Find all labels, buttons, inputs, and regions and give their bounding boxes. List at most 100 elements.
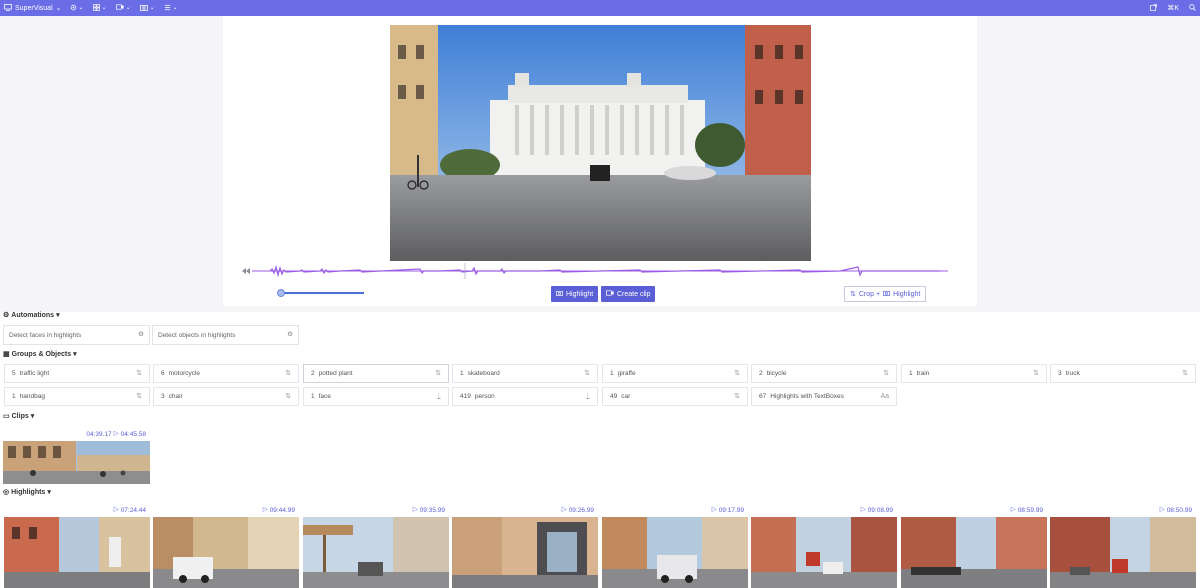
sort-icon[interactable]: ⇅ bbox=[136, 370, 142, 377]
highlight-card[interactable]: ▷ 08:50.99 bbox=[1050, 504, 1196, 588]
object-label: skateboard bbox=[467, 370, 500, 377]
external-link-icon[interactable] bbox=[1150, 3, 1158, 13]
chevron-down-icon: ⌄ bbox=[149, 5, 155, 11]
object-car[interactable]: 49 car ⇅ bbox=[602, 387, 748, 406]
object-textboxes[interactable]: 67 Highlights with TextBoxes Aa bbox=[751, 387, 897, 406]
highlight-thumbnail[interactable] bbox=[452, 517, 598, 588]
highlight-button-label: Highlight bbox=[566, 290, 594, 298]
timeline-slider-track[interactable] bbox=[280, 292, 364, 294]
object-count: 1 bbox=[909, 370, 913, 377]
object-label: motorcycle bbox=[168, 370, 201, 377]
object-count: 3 bbox=[161, 393, 165, 400]
highlight-thumbnail[interactable] bbox=[153, 517, 299, 588]
object-count: 49 bbox=[610, 393, 618, 400]
highlight-thumbnail[interactable] bbox=[303, 517, 449, 588]
play-icon: ▷ bbox=[1159, 506, 1165, 514]
clip-end-time: 04:45.58 bbox=[120, 431, 146, 438]
chevron-down-icon: ⌄ bbox=[125, 5, 131, 11]
highlight-card[interactable]: ▷ 09:08.99 bbox=[751, 504, 897, 588]
clip-thumbnail[interactable] bbox=[3, 441, 150, 484]
object-count: 1 bbox=[311, 393, 315, 400]
highlight-button[interactable]: Highlight bbox=[551, 286, 599, 302]
object-bicycle[interactable]: 2 bicycle ⇅ bbox=[751, 364, 897, 383]
object-label: handbag bbox=[19, 393, 45, 400]
crop-highlight-button[interactable]: ⇅ Crop + Highlight bbox=[844, 286, 927, 302]
object-truck[interactable]: 3 truck ⇅ bbox=[1050, 364, 1196, 383]
video-scene bbox=[390, 25, 811, 261]
sort-icon[interactable]: ⇅ bbox=[734, 393, 740, 400]
play-icon: ▷ bbox=[113, 430, 119, 438]
object-skateboard[interactable]: 1 skateboard ⇅ bbox=[452, 364, 598, 383]
object-label: potted plant bbox=[318, 370, 353, 377]
highlight-time-row: ▷ 09:44.99 bbox=[153, 504, 299, 517]
automation-detect-objects[interactable]: Detect objects in highlights ⚙ bbox=[152, 325, 299, 345]
sort-icon[interactable]: ⇅ bbox=[285, 370, 291, 377]
create-clip-button[interactable]: Create clip bbox=[601, 286, 656, 302]
highlight-thumbnail[interactable] bbox=[602, 517, 748, 588]
object-traffic-light[interactable]: 5 traffic light ⇅ bbox=[4, 364, 150, 383]
sort-icon[interactable]: ⇅ bbox=[1033, 370, 1039, 377]
object-handbag[interactable]: 1 handbag ⇅ bbox=[4, 387, 150, 406]
object-motorcycle[interactable]: 6 motorcycle ⇅ bbox=[153, 364, 299, 383]
camera-menu[interactable]: ⌄ bbox=[139, 4, 155, 13]
command-k-icon[interactable]: ⌘K bbox=[1167, 5, 1179, 12]
highlight-card[interactable]: ▷ 07:24.44 bbox=[4, 504, 150, 588]
gear-icon: ⚙ bbox=[3, 312, 10, 319]
textbox-icon[interactable]: Aa bbox=[880, 393, 889, 400]
highlight-time: 09:26.99 bbox=[568, 507, 594, 514]
gear-icon[interactable]: ⚙ bbox=[138, 331, 144, 339]
sort-icon[interactable]: ⇅ bbox=[734, 370, 740, 377]
sort-icon[interactable]: ⇅ bbox=[1182, 370, 1188, 377]
groups-section-header[interactable]: ▦ Groups & Objects ▾ bbox=[3, 351, 77, 358]
play-icon: ▷ bbox=[561, 506, 567, 514]
video-menu[interactable]: ⌄ bbox=[115, 4, 131, 12]
highlight-card[interactable]: ▷ 09:44.99 bbox=[153, 504, 299, 588]
highlight-time: 09:17.99 bbox=[718, 507, 744, 514]
search-icon[interactable] bbox=[1189, 3, 1196, 13]
brand-menu[interactable]: SuperVisual ⌄ bbox=[4, 3, 62, 13]
list-menu[interactable]: ⌄ bbox=[164, 4, 178, 13]
person-icon[interactable]: ⍊ bbox=[586, 393, 590, 400]
object-person[interactable]: 419 person ⍊ bbox=[452, 387, 598, 406]
object-potted-plant[interactable]: 2 potted plant ⇅ bbox=[303, 364, 449, 383]
automation-label: Detect faces in highlights bbox=[9, 331, 82, 339]
highlights-section-header[interactable]: ◎ Highlights ▾ bbox=[3, 489, 51, 496]
rewind-icon[interactable] bbox=[242, 268, 250, 274]
highlight-card[interactable]: ▷ 09:35.99 bbox=[303, 504, 449, 588]
highlight-thumbnail[interactable] bbox=[751, 517, 897, 588]
object-train[interactable]: 1 train ⇅ bbox=[901, 364, 1047, 383]
video-frame[interactable] bbox=[390, 25, 811, 261]
sort-icon[interactable]: ⇅ bbox=[584, 370, 590, 377]
grid-menu[interactable]: ⌄ bbox=[92, 3, 107, 13]
sort-icon[interactable]: ⇅ bbox=[136, 393, 142, 400]
video-icon bbox=[115, 4, 124, 12]
thumbnail-scene bbox=[751, 517, 897, 588]
highlight-card[interactable]: ▷ 09:26.99 bbox=[452, 504, 598, 588]
highlight-card[interactable]: ▷ 09:17.99 bbox=[602, 504, 748, 588]
automations-section-header[interactable]: ⚙ Automations ▾ bbox=[3, 312, 60, 319]
object-face[interactable]: 1 face ⍊ bbox=[303, 387, 449, 406]
highlight-thumbnail[interactable] bbox=[901, 517, 1047, 588]
timeline-slider-knob[interactable] bbox=[277, 289, 285, 297]
highlight-time: 09:08.99 bbox=[867, 507, 893, 514]
object-label: Highlights with TextBoxes bbox=[770, 393, 844, 400]
object-count: 1 bbox=[610, 370, 614, 377]
object-label: chair bbox=[168, 393, 183, 400]
object-giraffe[interactable]: 1 giraffe ⇅ bbox=[602, 364, 748, 383]
settings-menu[interactable]: ⌄ bbox=[70, 4, 84, 13]
sort-icon[interactable]: ⇅ bbox=[285, 393, 291, 400]
highlight-card[interactable]: ▷ 08:59.99 bbox=[901, 504, 1047, 588]
automation-detect-faces[interactable]: Detect faces in highlights ⚙ bbox=[3, 325, 150, 345]
clip-card[interactable]: 04:39.17 ▷ 04:45.58 bbox=[3, 428, 150, 484]
person-icon[interactable]: ⍊ bbox=[437, 393, 441, 400]
crop-highlight-label: Highlight bbox=[893, 290, 921, 298]
clips-section-header[interactable]: ▭ Clips ▾ bbox=[3, 413, 34, 420]
audio-waveform[interactable] bbox=[240, 262, 952, 280]
sort-icon[interactable]: ⇅ bbox=[435, 370, 441, 377]
highlight-thumbnail[interactable] bbox=[1050, 517, 1196, 588]
gear-icon[interactable]: ⚙ bbox=[287, 331, 293, 339]
highlight-thumbnail[interactable] bbox=[4, 517, 150, 588]
chevron-down-icon: ⌄ bbox=[78, 5, 84, 11]
object-chair[interactable]: 3 chair ⇅ bbox=[153, 387, 299, 406]
sort-icon[interactable]: ⇅ bbox=[883, 370, 889, 377]
